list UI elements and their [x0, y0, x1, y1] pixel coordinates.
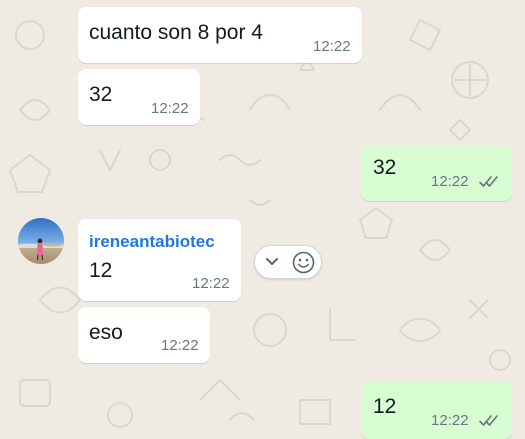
double-check-icon	[479, 415, 498, 426]
message-text: 32	[89, 83, 113, 106]
message-time: 12:22	[431, 173, 469, 190]
message-text: 12	[373, 395, 397, 418]
incoming-message-bubble[interactable]: ireneantabiotec 12 12:22	[78, 219, 241, 301]
message-text: eso	[89, 321, 123, 344]
message-time: 12:22	[431, 412, 469, 429]
incoming-message-bubble[interactable]: eso 12:22	[78, 307, 210, 363]
message-text: cuanto son 8 por 4	[89, 21, 263, 44]
message-time: 12:22	[192, 275, 230, 292]
message-text: 12	[89, 259, 113, 282]
sender-name[interactable]: ireneantabiotec	[89, 232, 215, 252]
contact-avatar[interactable]	[18, 218, 64, 264]
chevron-down-icon[interactable]	[265, 256, 279, 268]
smiley-icon[interactable]	[292, 251, 315, 274]
message-time: 12:22	[313, 38, 351, 55]
message-time: 12:22	[151, 100, 189, 117]
message-time: 12:22	[161, 337, 199, 354]
outgoing-message-bubble[interactable]: 32 12:22	[361, 145, 512, 201]
avatar-photo	[18, 218, 64, 264]
incoming-message-bubble[interactable]: cuanto son 8 por 4 12:22	[78, 7, 362, 63]
outgoing-message-bubble[interactable]: 12 12:22	[361, 382, 512, 439]
incoming-message-bubble[interactable]: 32 12:22	[78, 69, 200, 125]
double-check-icon	[479, 176, 498, 187]
message-actions-pill	[254, 245, 322, 279]
wallpaper-doodle-pattern	[9, 19, 511, 428]
message-text: 32	[373, 156, 397, 179]
chat-background: cuanto son 8 por 4 12:22 32 12:22 32 12:…	[0, 0, 525, 439]
